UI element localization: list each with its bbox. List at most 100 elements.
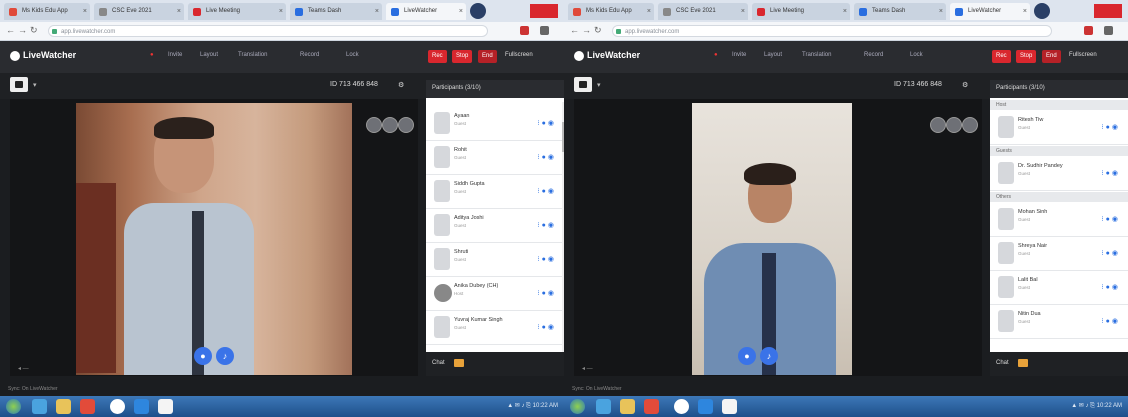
- browser-tab-active[interactable]: LiveWatcher ×: [950, 3, 1030, 20]
- close-tab-icon[interactable]: ×: [375, 3, 379, 20]
- participant-controls-icon[interactable]: ⁝●◉: [1101, 215, 1120, 223]
- media-icon[interactable]: [80, 399, 95, 414]
- participant-controls-icon[interactable]: ⁝●◉: [537, 255, 556, 263]
- participant-row[interactable]: Siddh Gupta Guest ⁝●◉: [426, 174, 564, 209]
- folder-icon[interactable]: [454, 359, 464, 367]
- settings-icon[interactable]: ⚙: [398, 81, 404, 89]
- participant-controls-icon[interactable]: ⁝●◉: [1101, 169, 1120, 177]
- stop-button[interactable]: Stop: [1016, 50, 1037, 63]
- participant-controls-icon[interactable]: ⁝●◉: [537, 323, 556, 331]
- toolbar-layout[interactable]: Layout: [764, 52, 782, 58]
- forward-icon[interactable]: →: [18, 25, 27, 35]
- settings-icon[interactable]: ⚙: [962, 81, 968, 89]
- close-tab-icon[interactable]: ×: [647, 3, 651, 20]
- system-tray[interactable]: ▲ ✉ ♪ ⎘ 10:22 AM: [1071, 402, 1122, 410]
- toolbar-translation[interactable]: Translation: [802, 52, 831, 58]
- profile-avatar[interactable]: [1034, 3, 1050, 19]
- toolbar-translation[interactable]: Translation: [238, 52, 267, 58]
- start-button-icon[interactable]: [6, 399, 21, 414]
- video-ctrl-button[interactable]: [946, 117, 962, 133]
- video-mic-button[interactable]: ♪: [216, 347, 234, 365]
- tray-icons[interactable]: ▲ ✉ ♪ ⎘: [1071, 403, 1095, 409]
- back-icon[interactable]: ←: [6, 25, 15, 35]
- participant-row[interactable]: Dr. Sudhir Pandey Guest ⁝●◉: [990, 156, 1128, 191]
- toolbar-lock[interactable]: Lock: [910, 52, 923, 58]
- close-tab-icon[interactable]: ×: [83, 3, 87, 20]
- participant-group-header[interactable]: Others: [990, 192, 1128, 202]
- browser-tab[interactable]: Teams Dash ×: [854, 3, 946, 20]
- url-input[interactable]: app.livewatcher.com: [612, 25, 1052, 37]
- forward-icon[interactable]: →: [582, 25, 591, 35]
- fullscreen-button[interactable]: Fullscreen: [1069, 52, 1097, 58]
- browser-tab[interactable]: CSC Eve 2021 ×: [94, 3, 184, 20]
- window-close-button[interactable]: [530, 4, 558, 18]
- toolbar-record[interactable]: Record: [300, 52, 319, 58]
- participant-row[interactable]: Lalit Bal Guest ⁝●◉: [990, 270, 1128, 305]
- video-ctrl-button[interactable]: [398, 117, 414, 133]
- video-ctrl-button[interactable]: [382, 117, 398, 133]
- participant-row[interactable]: Aditya Joshi Guest ⁝●◉: [426, 208, 564, 243]
- ie-icon[interactable]: [596, 399, 611, 414]
- browser-tab-active[interactable]: LiveWatcher ×: [386, 3, 466, 20]
- browser-tab[interactable]: Live Meeting ×: [752, 3, 850, 20]
- video-play-button[interactable]: ●: [194, 347, 212, 365]
- video-ctrl-button[interactable]: [366, 117, 382, 133]
- participant-row[interactable]: Anika Dubey (CH) Host ⁝●◉: [426, 276, 564, 311]
- window-close-button[interactable]: [1094, 4, 1122, 18]
- chrome-icon[interactable]: [674, 399, 689, 414]
- app-icon[interactable]: [698, 399, 713, 414]
- tray-icons[interactable]: ▲ ✉ ♪ ⎘: [507, 403, 531, 409]
- close-tab-icon[interactable]: ×: [459, 3, 463, 20]
- app-icon[interactable]: [158, 399, 173, 414]
- chrome-icon[interactable]: [110, 399, 125, 414]
- video-play-button[interactable]: ●: [738, 347, 756, 365]
- camera-dropdown-icon[interactable]: ▾: [33, 81, 37, 89]
- start-button-icon[interactable]: [570, 399, 585, 414]
- video-mic-button[interactable]: ♪: [760, 347, 778, 365]
- browser-tab[interactable]: Ms Kids Edu App ×: [568, 3, 654, 20]
- participant-row[interactable]: Mohan Sinh Guest ⁝●◉: [990, 202, 1128, 237]
- record-button[interactable]: Rec: [992, 50, 1011, 63]
- browser-tab[interactable]: Live Meeting ×: [188, 3, 286, 20]
- participant-row[interactable]: Nitin Dua Guest ⁝●◉: [990, 304, 1128, 339]
- participant-group-header[interactable]: Guests: [990, 146, 1128, 156]
- participant-group-header[interactable]: Host: [990, 100, 1128, 110]
- close-tab-icon[interactable]: ×: [177, 3, 181, 20]
- record-dot-icon[interactable]: ●: [714, 52, 718, 58]
- toolbar-lock[interactable]: Lock: [346, 52, 359, 58]
- reload-icon[interactable]: ↻: [30, 25, 38, 36]
- chat-bar[interactable]: Chat: [990, 352, 1128, 376]
- participant-row[interactable]: Yuvraj Kumar Singh Guest ⁝●◉: [426, 310, 564, 345]
- participant-controls-icon[interactable]: ⁝●◉: [1101, 123, 1120, 131]
- camera-dropdown-icon[interactable]: ▾: [597, 81, 601, 89]
- close-tab-icon[interactable]: ×: [1023, 3, 1027, 20]
- participant-controls-icon[interactable]: ⁝●◉: [537, 289, 556, 297]
- participant-controls-icon[interactable]: ⁝●◉: [1101, 249, 1120, 257]
- fullscreen-button[interactable]: Fullscreen: [505, 52, 533, 58]
- record-button[interactable]: Rec: [428, 50, 447, 63]
- system-tray[interactable]: ▲ ✉ ♪ ⎘ 10:22 AM: [507, 402, 558, 410]
- close-tab-icon[interactable]: ×: [939, 3, 943, 20]
- video-ctrl-button[interactable]: [962, 117, 978, 133]
- toolbar-invite[interactable]: Invite: [732, 52, 746, 58]
- end-button[interactable]: End: [1042, 50, 1061, 63]
- close-tab-icon[interactable]: ×: [279, 3, 283, 20]
- app-icon[interactable]: [134, 399, 149, 414]
- participant-row[interactable]: Rohit Guest ⁝●◉: [426, 140, 564, 175]
- browser-tab[interactable]: Teams Dash ×: [290, 3, 382, 20]
- participant-controls-icon[interactable]: ⁝●◉: [537, 221, 556, 229]
- toolbar-invite[interactable]: Invite: [168, 52, 182, 58]
- browser-tab[interactable]: CSC Eve 2021 ×: [658, 3, 748, 20]
- folder-icon[interactable]: [620, 399, 635, 414]
- participant-video[interactable]: ● ♪: [692, 103, 852, 375]
- profile-avatar[interactable]: [470, 3, 486, 19]
- end-button[interactable]: End: [478, 50, 497, 63]
- extension-icon[interactable]: [520, 26, 529, 35]
- participant-row[interactable]: Shreya Nair Guest ⁝●◉: [990, 236, 1128, 271]
- back-icon[interactable]: ←: [570, 25, 579, 35]
- ie-icon[interactable]: [32, 399, 47, 414]
- extension-icon[interactable]: [1084, 26, 1093, 35]
- menu-icon[interactable]: [1104, 26, 1113, 35]
- stop-button[interactable]: Stop: [452, 50, 473, 63]
- participant-controls-icon[interactable]: ⁝●◉: [537, 119, 556, 127]
